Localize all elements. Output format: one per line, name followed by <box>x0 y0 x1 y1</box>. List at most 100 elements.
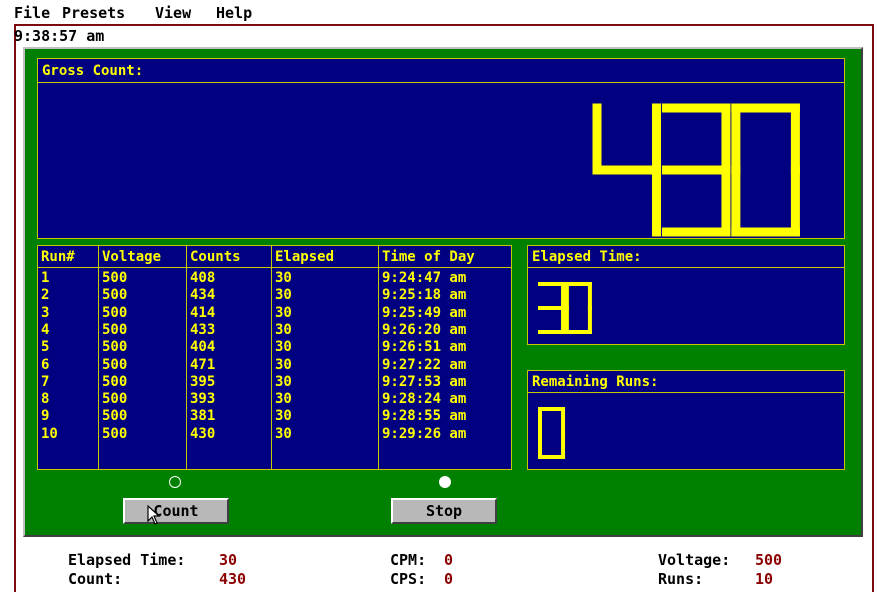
digit-3 <box>661 103 731 237</box>
remaining-runs-display: Remaining Runs: <box>527 370 845 470</box>
table-cell: 9:29:26 am <box>382 425 467 442</box>
table-cell: 8 <box>41 391 50 408</box>
table-cell: 500 <box>102 339 128 356</box>
stop-indicator <box>439 476 451 488</box>
table-cell: 30 <box>275 425 292 442</box>
status-count-label: Count: <box>68 570 123 588</box>
table-cell: 30 <box>275 356 292 373</box>
table-cell: 500 <box>102 373 128 390</box>
status-cps-value: 0 <box>444 570 454 588</box>
elapsed-time-label: Elapsed Time: <box>528 246 844 268</box>
table-cell: 430 <box>190 425 216 442</box>
table-cell: 9 <box>41 408 50 425</box>
status-elapsed: Elapsed Time: 30 <box>68 551 237 569</box>
menu-bar: File Presets View Help <box>0 0 877 24</box>
menu-file[interactable]: File <box>14 4 50 22</box>
digit-4 <box>592 103 661 237</box>
table-cell: 30 <box>275 339 292 356</box>
table-cell: 9:27:53 am <box>382 373 467 390</box>
table-cell: 30 <box>275 287 292 304</box>
menu-view[interactable]: View <box>155 4 191 22</box>
status-runs: Runs: 10 <box>658 570 773 588</box>
table-cell: 30 <box>275 408 292 425</box>
table-cell: 9:27:22 am <box>382 356 467 373</box>
gross-count-display: Gross Count: <box>37 58 845 239</box>
digit-0 <box>730 103 800 237</box>
status-runs-label: Runs: <box>658 570 704 588</box>
table-cell: 4 <box>41 321 50 338</box>
table-cell: 30 <box>275 270 292 286</box>
table-cell: 408 <box>190 270 216 286</box>
table-cell: 9:28:24 am <box>382 391 467 408</box>
table-cell: 381 <box>190 408 216 425</box>
table-header-cell: Counts <box>190 249 241 265</box>
table-cell: 393 <box>190 391 216 408</box>
table-cell: 500 <box>102 321 128 338</box>
runs-table: Run# Voltage Counts Elapsed Time of Day 1 500 4… <box>37 245 512 470</box>
elapsed-time-value <box>536 280 594 340</box>
table-cell: 500 <box>102 408 128 425</box>
status-count: Count: 430 <box>68 570 246 588</box>
gross-count-value <box>588 99 804 245</box>
table-cell: 9:28:55 am <box>382 408 467 425</box>
table-cell: 500 <box>102 425 128 442</box>
table-cell: 30 <box>275 304 292 321</box>
status-cps: CPS: 0 <box>390 570 453 588</box>
table-cell: 30 <box>275 321 292 338</box>
table-cell: 434 <box>190 287 216 304</box>
table-cell: 3 <box>41 304 50 321</box>
menu-help[interactable]: Help <box>216 4 252 22</box>
table-cell: 500 <box>102 391 128 408</box>
table-header-cell: Run# <box>41 249 75 265</box>
table-cell: 9:25:18 am <box>382 287 467 304</box>
table-cell: 9:26:20 am <box>382 321 467 338</box>
table-cell: 500 <box>102 304 128 321</box>
table-cell: 404 <box>190 339 216 356</box>
digit-3 <box>538 282 566 334</box>
status-cps-label: CPS: <box>390 570 427 588</box>
remaining-runs-value <box>536 405 567 465</box>
table-cell: 395 <box>190 373 216 390</box>
status-voltage-label: Voltage: <box>658 551 731 569</box>
table-header-cell: Time of Day <box>382 249 475 265</box>
elapsed-time-display: Elapsed Time: <box>527 245 845 345</box>
table-header-divider <box>38 267 511 268</box>
column-divider <box>271 246 272 469</box>
status-cpm-value: 0 <box>444 551 454 569</box>
table-cell: 5 <box>41 339 50 356</box>
table-cell: 7 <box>41 373 50 390</box>
mouse-cursor-icon <box>147 505 161 525</box>
table-cell: 10 <box>41 425 58 442</box>
status-runs-value: 10 <box>755 570 774 588</box>
clock: 9:38:57 am <box>14 27 105 45</box>
status-cpm-label: CPM: <box>390 551 427 569</box>
stop-button[interactable]: Stop <box>391 498 497 524</box>
status-elapsed-label: Elapsed Time: <box>68 551 186 569</box>
table-cell: 9:24:47 am <box>382 270 467 286</box>
table-cell: 30 <box>275 391 292 408</box>
digit-0 <box>538 407 566 459</box>
table-cell: 433 <box>190 321 216 338</box>
status-voltage: Voltage: 500 <box>658 551 782 569</box>
table-cell: 471 <box>190 356 216 373</box>
remaining-runs-label: Remaining Runs: <box>528 371 844 393</box>
status-voltage-value: 500 <box>755 551 783 569</box>
table-cell: 1 <box>41 270 50 286</box>
status-cpm: CPM: 0 <box>390 551 453 569</box>
gross-count-label: Gross Count: <box>38 59 844 83</box>
table-cell: 9:26:51 am <box>382 339 467 356</box>
menu-presets[interactable]: Presets <box>62 4 125 22</box>
table-cell: 30 <box>275 373 292 390</box>
table-cell: 2 <box>41 287 50 304</box>
column-divider <box>186 246 187 469</box>
table-cell: 9:25:49 am <box>382 304 467 321</box>
table-cell: 6 <box>41 356 50 373</box>
count-button[interactable]: Count <box>123 498 229 524</box>
column-divider <box>98 246 99 469</box>
table-header-cell: Elapsed <box>275 249 335 265</box>
table-header-cell: Voltage <box>102 249 162 265</box>
status-elapsed-value: 30 <box>219 551 238 569</box>
digit-0 <box>564 282 592 334</box>
column-divider <box>378 246 379 469</box>
table-cell: 500 <box>102 287 128 304</box>
